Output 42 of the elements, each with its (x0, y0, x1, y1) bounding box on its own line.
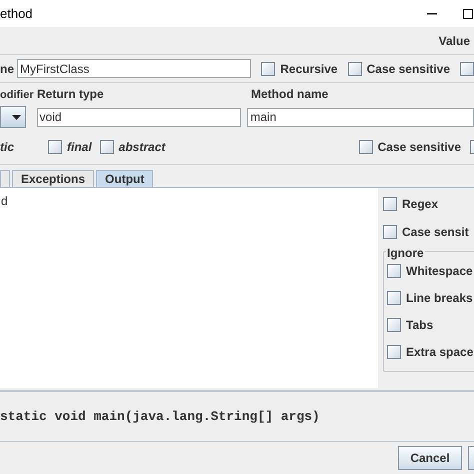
class-name-field[interactable]: MyFirstClass (17, 59, 252, 78)
checkbox[interactable] (387, 318, 401, 332)
minimize-icon[interactable] (427, 12, 437, 14)
window-title: ethod (0, 4, 33, 23)
method-name-field[interactable]: main (247, 108, 474, 126)
caret-icon (12, 114, 21, 120)
checkbox[interactable] (387, 345, 401, 359)
tab[interactable]: Exceptions (12, 170, 94, 187)
checkbox-label: Extra space (406, 344, 474, 361)
maximize-icon[interactable] (463, 8, 473, 18)
checkbox[interactable] (387, 291, 401, 305)
checkbox-label: Recursive (280, 60, 338, 78)
checkbox-label: abstract (118, 138, 166, 156)
return-type-field[interactable]: void (36, 108, 242, 126)
checkbox[interactable] (460, 62, 474, 76)
checkbox[interactable] (358, 140, 373, 154)
checkbox-label: Case sensit (402, 224, 469, 241)
method-signature: static void main(java.lang.String[] args) (0, 408, 320, 426)
checkbox[interactable] (261, 62, 276, 76)
tab[interactable]: Output (96, 170, 154, 187)
column-header: Value (438, 32, 470, 50)
checkbox[interactable] (383, 225, 397, 239)
modifier-dropdown[interactable] (0, 106, 26, 128)
output-area[interactable]: d (0, 188, 378, 388)
checkbox[interactable] (383, 197, 397, 211)
field-label: Return type (37, 86, 105, 103)
cancel-button[interactable]: Cancel (398, 446, 462, 470)
checkbox[interactable] (100, 140, 114, 154)
checkbox-label: Regex (402, 196, 438, 213)
checkbox[interactable] (387, 264, 401, 278)
field-label: odifier (0, 88, 35, 102)
field-label: Method name (251, 86, 328, 103)
checkbox-label: Whitespace (406, 263, 473, 280)
checkbox-label: Case sensitive (366, 60, 450, 78)
checkbox-label: Tabs (406, 317, 434, 334)
checkbox[interactable] (48, 140, 62, 154)
checkbox[interactable] (348, 62, 362, 76)
checkbox-label: final (67, 138, 92, 156)
modifier-label: tic (0, 138, 16, 156)
field-label: ne (0, 60, 14, 78)
checkbox-label: Line breaks (406, 290, 473, 307)
checkbox-label: Case sensitive (378, 138, 461, 156)
